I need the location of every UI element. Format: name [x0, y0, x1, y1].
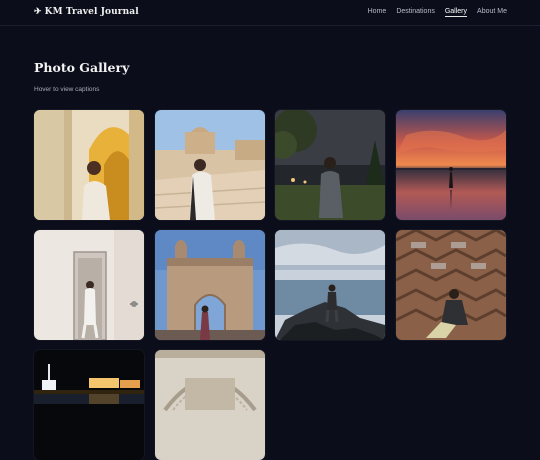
photo-tile[interactable]: [34, 350, 144, 460]
photo-tile[interactable]: [275, 230, 385, 340]
photo-gateway-arch: [154, 230, 265, 340]
brand-logo[interactable]: ✈ KM Travel Journal: [34, 7, 139, 17]
photo-vessel-structure: [395, 230, 506, 340]
nav-links: Home Destinations Gallery About Me: [368, 8, 507, 17]
photo-sunset-beach: [395, 110, 506, 220]
photo-tile[interactable]: [34, 230, 144, 340]
photo-tile[interactable]: [395, 230, 506, 340]
photo-yellow-arch: [34, 110, 144, 220]
photo-night-tree: [275, 110, 385, 220]
photo-tile[interactable]: [154, 350, 265, 460]
photo-tile[interactable]: [154, 110, 265, 220]
photo-tile[interactable]: [275, 110, 385, 220]
photo-grid: [34, 110, 506, 460]
nav-link-about-me[interactable]: About Me: [477, 8, 507, 17]
page-subtitle: Hover to view captions: [34, 86, 100, 93]
nav-link-destinations[interactable]: Destinations: [396, 8, 435, 17]
page-title: Photo Gallery: [34, 60, 130, 75]
photo-tile[interactable]: [154, 230, 265, 340]
brand-name: KM Travel Journal: [44, 7, 139, 17]
airplane-icon: ✈: [34, 7, 42, 17]
photo-mirror-selfie: [34, 230, 144, 340]
nav-link-home[interactable]: Home: [368, 8, 387, 17]
photo-fort-stairs: [154, 110, 265, 220]
top-navbar: ✈ KM Travel Journal Home Destinations Gal…: [0, 0, 540, 26]
photo-sea-rocks: [275, 230, 385, 340]
photo-tile[interactable]: [395, 110, 506, 220]
photo-tile[interactable]: [34, 110, 144, 220]
nav-link-gallery[interactable]: Gallery: [444, 8, 468, 17]
photo-carved-arch: [154, 350, 265, 460]
photo-night-harbor: [34, 350, 144, 460]
